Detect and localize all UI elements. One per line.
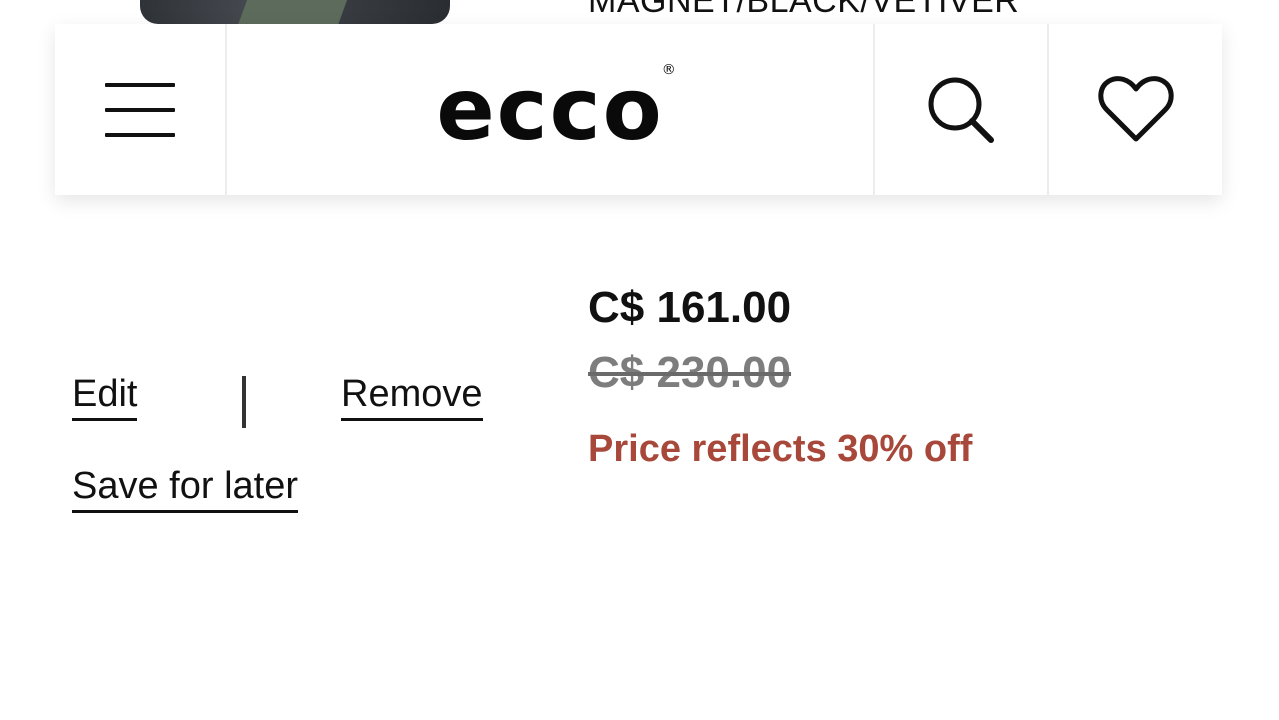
site-header: ecco ®	[55, 24, 1222, 195]
search-cell	[875, 24, 1049, 195]
discount-note: Price reflects 30% off	[588, 428, 973, 470]
brand-logo[interactable]: ecco ®	[436, 63, 675, 153]
remove-link[interactable]: Remove	[341, 373, 483, 421]
menu-icon-bar	[105, 132, 175, 137]
logo-cell: ecco ®	[227, 24, 875, 195]
cart-page: MAGNET/BLACK/VETIVER ecco ® C$ 161.00 C$…	[0, 0, 1279, 720]
menu-icon[interactable]	[105, 82, 175, 137]
save-for-later-link[interactable]: Save for later	[72, 465, 298, 513]
thumbnail-shoe-panel	[238, 0, 362, 24]
original-price: C$ 230.00	[588, 348, 792, 397]
product-color-name: MAGNET/BLACK/VETIVER	[588, 0, 1020, 20]
menu-icon-bar	[105, 82, 175, 87]
brand-logo-text: ecco	[436, 59, 664, 160]
registered-mark: ®	[661, 61, 678, 78]
current-price: C$ 161.00	[588, 283, 792, 332]
menu-icon-bar	[105, 107, 175, 112]
heart-icon[interactable]	[1097, 75, 1175, 145]
product-thumbnail[interactable]	[140, 0, 450, 24]
menu-cell	[55, 24, 227, 195]
favorites-cell	[1049, 24, 1222, 195]
action-separator	[242, 376, 246, 428]
edit-link[interactable]: Edit	[72, 373, 138, 421]
search-icon[interactable]	[923, 72, 999, 148]
